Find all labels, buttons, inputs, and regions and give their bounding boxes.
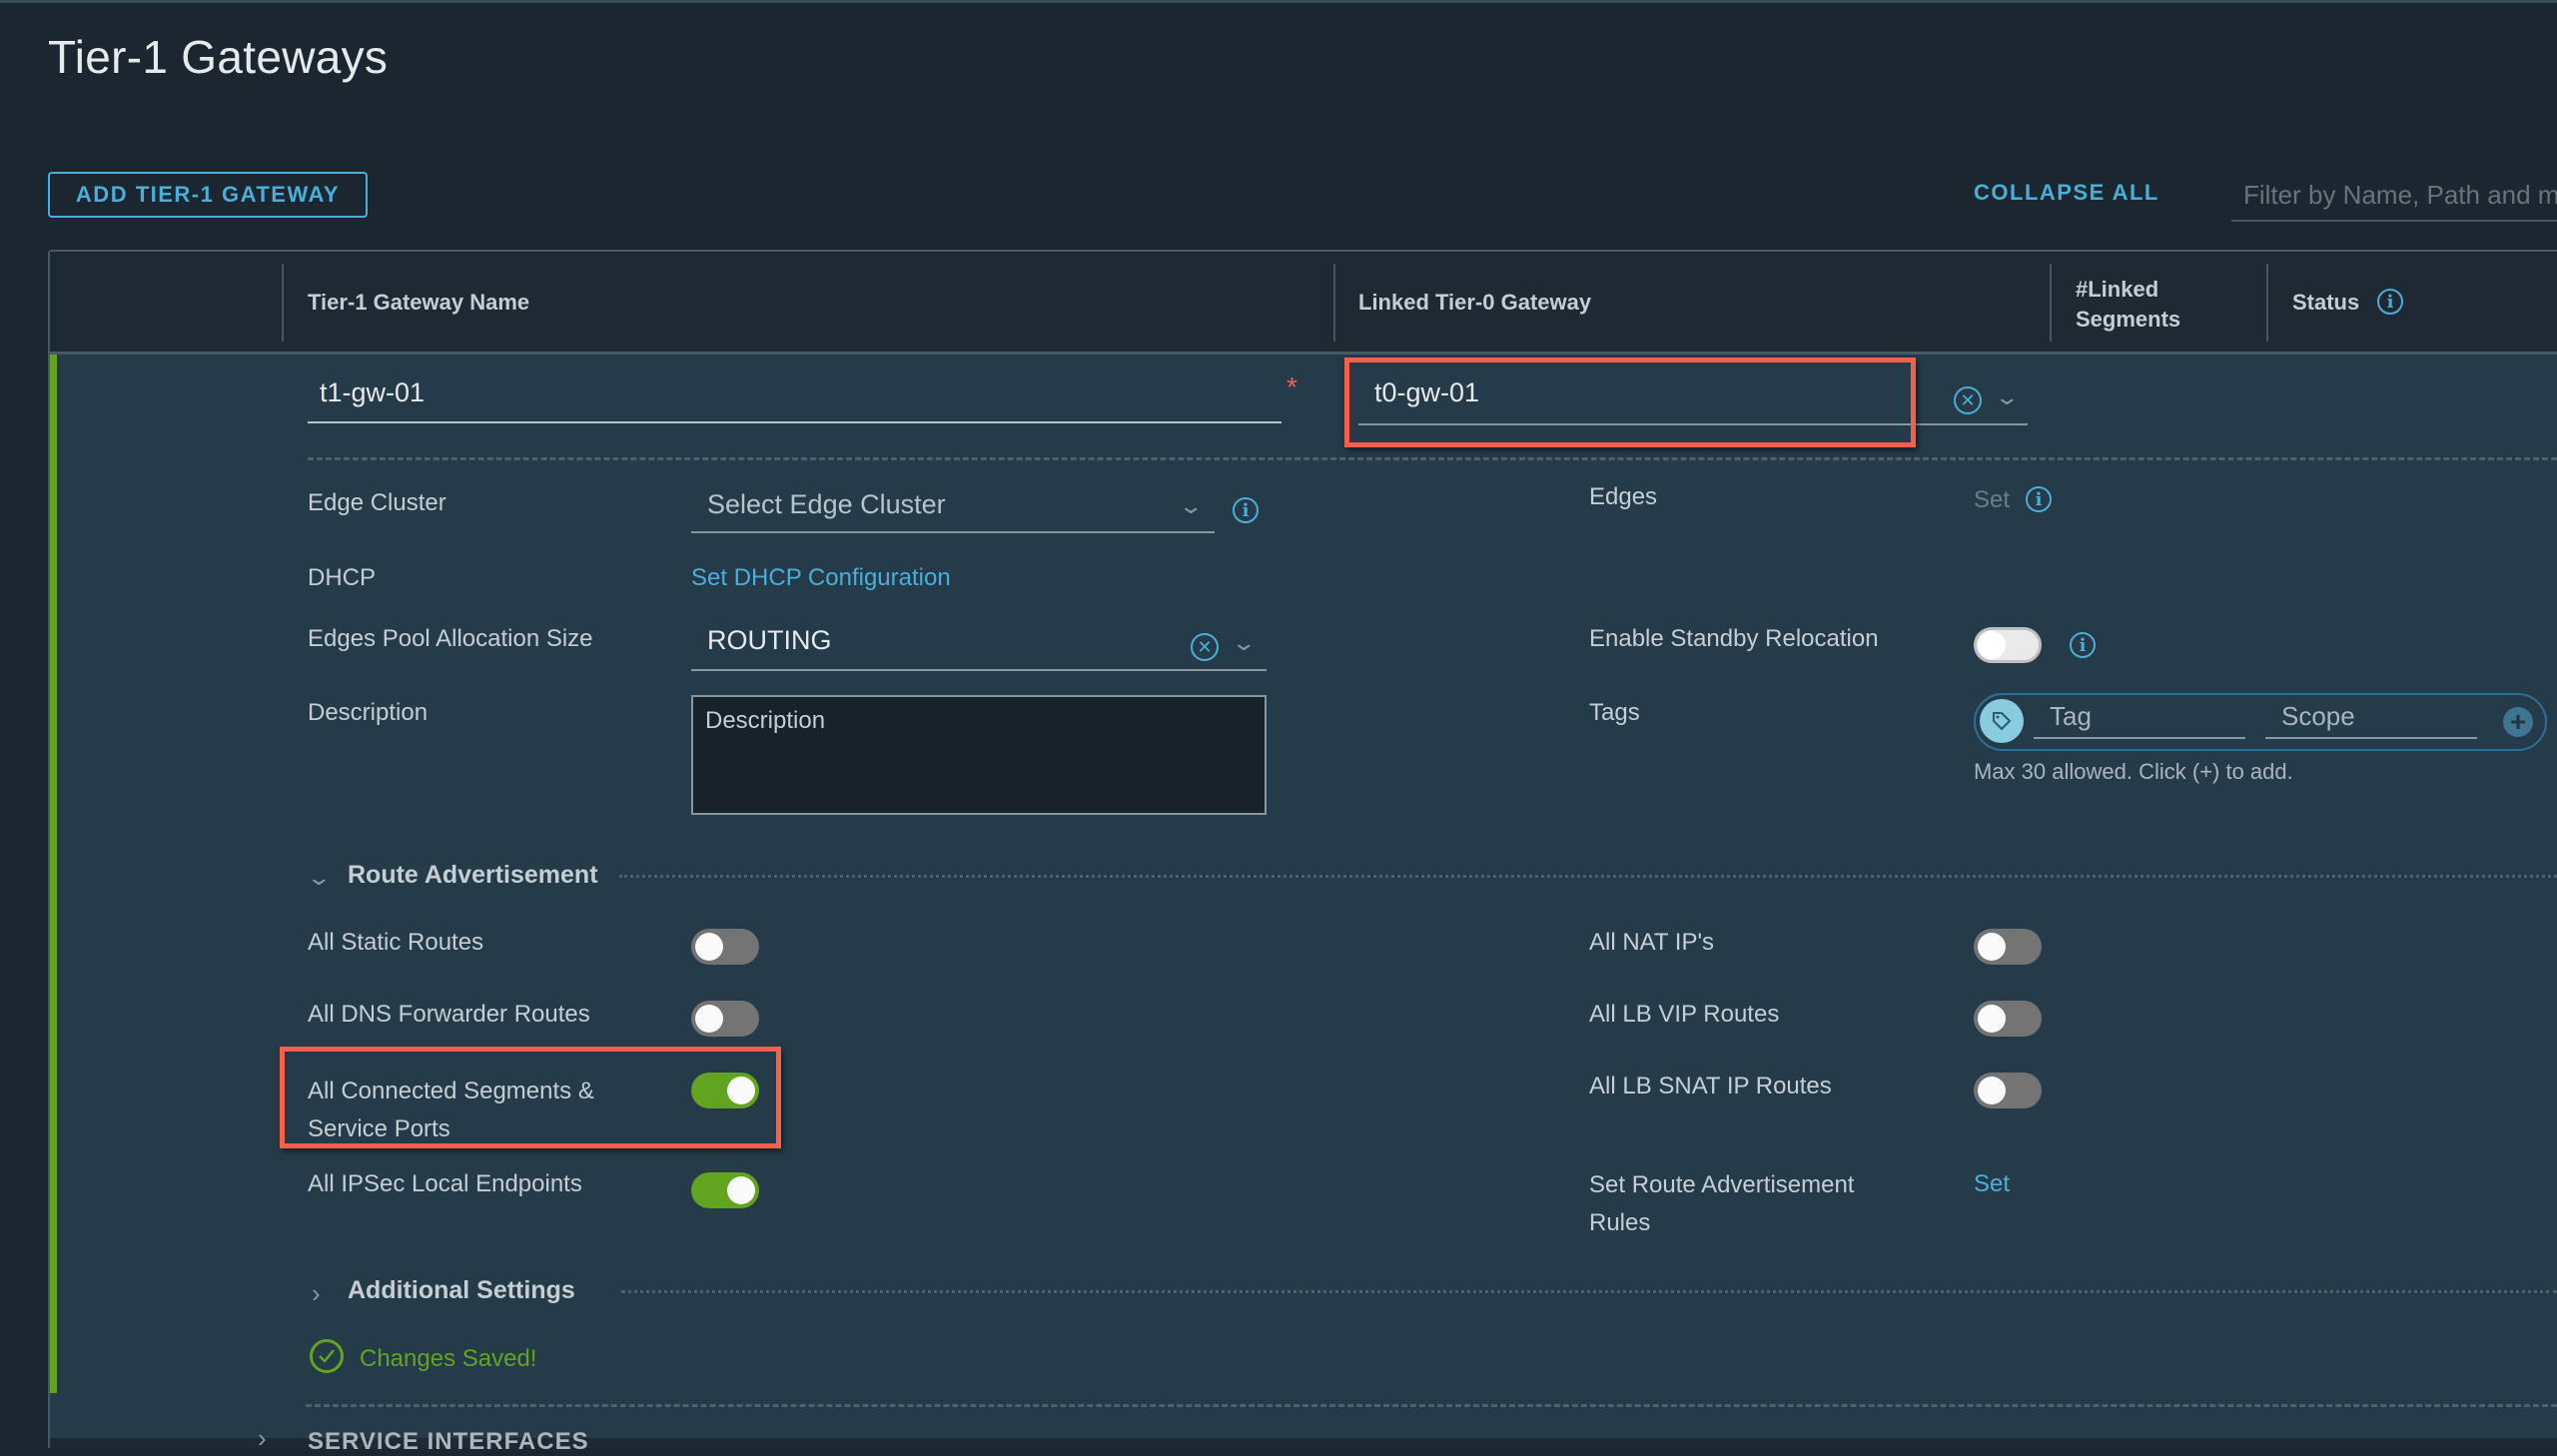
- edge-cluster-label: Edge Cluster: [308, 489, 446, 516]
- pool-size-select[interactable]: ROUTING: [691, 625, 1267, 671]
- description-textarea[interactable]: Description: [691, 695, 1267, 815]
- required-marker: *: [1286, 371, 1297, 402]
- route-adv-label: All DNS Forwarder Routes: [308, 1001, 590, 1028]
- all-ipsec-local-endpoints-toggle[interactable]: [691, 1172, 759, 1208]
- route-adv-rules-label: Set Route Advertisement Rules: [1589, 1166, 1854, 1242]
- gateway-name-input[interactable]: t1-gw-01: [308, 377, 1281, 423]
- edges-label: Edges: [1589, 483, 1658, 510]
- all-nat-ips-toggle[interactable]: [1974, 929, 2042, 965]
- filter-field[interactable]: [2231, 172, 2557, 222]
- scope-input[interactable]: Scope: [2265, 701, 2477, 739]
- rules-label-line1: Set Route Advertisement: [1589, 1171, 1855, 1198]
- toggle-knob: [695, 1005, 723, 1033]
- dhcp-label: DHCP: [308, 564, 377, 591]
- filter-input[interactable]: [2231, 172, 2557, 219]
- service-interfaces-header[interactable]: SERVICE INTERFACES: [308, 1428, 589, 1456]
- rules-label-line2: Rules: [1589, 1209, 1651, 1236]
- row-accent-bar: [50, 355, 57, 1393]
- all-dns-forwarder-routes-toggle[interactable]: [691, 1001, 759, 1037]
- all-lb-vip-routes-toggle[interactable]: [1974, 1001, 2042, 1037]
- tag-input[interactable]: Tag: [2034, 701, 2245, 739]
- add-tag-button[interactable]: +: [2503, 707, 2533, 737]
- route-adv-label: All LB VIP Routes: [1589, 1001, 1780, 1028]
- tags-label: Tags: [1589, 699, 1640, 726]
- toggle-knob: [1978, 1077, 2006, 1104]
- clear-pool-size-icon[interactable]: ✕: [1191, 633, 1219, 661]
- edge-cluster-select[interactable]: Select Edge Cluster: [691, 489, 1215, 533]
- row-bottom-divider: [306, 1404, 2557, 1407]
- edges-set-link: Set: [1974, 486, 2011, 513]
- service-interfaces-chevron-right-icon[interactable]: ›: [258, 1423, 267, 1454]
- chevron-down-icon[interactable]: ⌄: [1994, 384, 2020, 410]
- pool-size-value: ROUTING: [707, 625, 832, 655]
- additional-settings-header[interactable]: Additional Settings: [348, 1276, 575, 1305]
- toggle-knob: [1978, 933, 2006, 961]
- column-header-status[interactable]: Status: [2292, 290, 2359, 316]
- set-route-adv-rules-link[interactable]: Set: [1974, 1170, 2010, 1198]
- pool-size-label: Edges Pool Allocation Size: [308, 625, 593, 652]
- highlight-box-connected-segments: [280, 1047, 781, 1148]
- chevron-down-icon[interactable]: ⌄: [1231, 630, 1257, 656]
- toggle-knob: [1978, 1005, 2006, 1033]
- standby-relocation-toggle[interactable]: [1974, 627, 2042, 663]
- column-header-linked-line2: Segments: [2076, 307, 2181, 332]
- all-lb-snat-ip-routes-toggle[interactable]: [1974, 1073, 2042, 1108]
- route-adv-label: All IPSec Local Endpoints: [308, 1170, 582, 1197]
- tags-hint: Max 30 allowed. Click (+) to add.: [1974, 759, 2293, 784]
- section-divider: [619, 875, 2557, 878]
- all-static-routes-toggle[interactable]: [691, 929, 759, 965]
- route-adv-label: All Static Routes: [308, 929, 484, 956]
- scope-placeholder: Scope: [2281, 701, 2355, 731]
- page-title: Tier-1 Gateways: [48, 31, 389, 83]
- additional-settings-chevron-right-icon[interactable]: ›: [312, 1278, 321, 1309]
- description-label: Description: [308, 699, 428, 726]
- tag-icon: [1980, 699, 2024, 743]
- top-border: [0, 0, 2557, 3]
- route-adv-chevron-down-icon[interactable]: ⌄: [306, 865, 332, 891]
- toggle-knob: [727, 1176, 755, 1204]
- status-info-icon[interactable]: i: [2377, 289, 2403, 315]
- gateway-name-value: t1-gw-01: [320, 377, 426, 407]
- column-separator: [2050, 264, 2052, 342]
- tag-placeholder: Tag: [2050, 701, 2092, 731]
- edge-cluster-placeholder: Select Edge Cluster: [707, 489, 946, 519]
- column-separator: [1333, 264, 1335, 342]
- description-placeholder: Description: [705, 707, 826, 734]
- toggle-knob: [695, 933, 723, 961]
- clear-t0-icon[interactable]: ✕: [1954, 386, 1982, 414]
- column-separator: [282, 264, 284, 342]
- edge-cluster-info-icon[interactable]: i: [1233, 497, 1259, 523]
- route-adv-label: All LB SNAT IP Routes: [1589, 1073, 1832, 1099]
- column-header-linked-line1: #Linked: [2076, 277, 2159, 302]
- route-advertisement-header[interactable]: Route Advertisement: [348, 861, 598, 890]
- column-header-name[interactable]: Tier-1 Gateway Name: [308, 290, 529, 316]
- standby-relocation-label: Enable Standby Relocation: [1589, 625, 1879, 652]
- changes-saved-message: Changes Saved!: [360, 1345, 537, 1372]
- route-adv-label: All NAT IP's: [1589, 929, 1715, 956]
- collapse-all-link[interactable]: COLLAPSE ALL: [1974, 180, 2159, 206]
- chevron-down-icon[interactable]: ⌄: [1178, 493, 1204, 519]
- set-dhcp-config-link[interactable]: Set DHCP Configuration: [691, 564, 951, 592]
- column-separator: [2266, 264, 2268, 342]
- toggle-knob: [1978, 631, 2006, 659]
- row-divider: [308, 457, 2557, 460]
- edges-info-icon[interactable]: i: [2026, 486, 2052, 512]
- section-divider: [621, 1290, 2557, 1293]
- standby-info-icon[interactable]: i: [2070, 632, 2096, 658]
- column-header-linked-segments[interactable]: #Linked Segments: [2076, 275, 2180, 335]
- add-tier1-gateway-button[interactable]: ADD TIER-1 GATEWAY: [48, 172, 368, 218]
- success-check-icon: [310, 1339, 344, 1373]
- highlight-box-t0: [1344, 358, 1916, 447]
- column-header-linked-t0[interactable]: Linked Tier-0 Gateway: [1358, 290, 1591, 316]
